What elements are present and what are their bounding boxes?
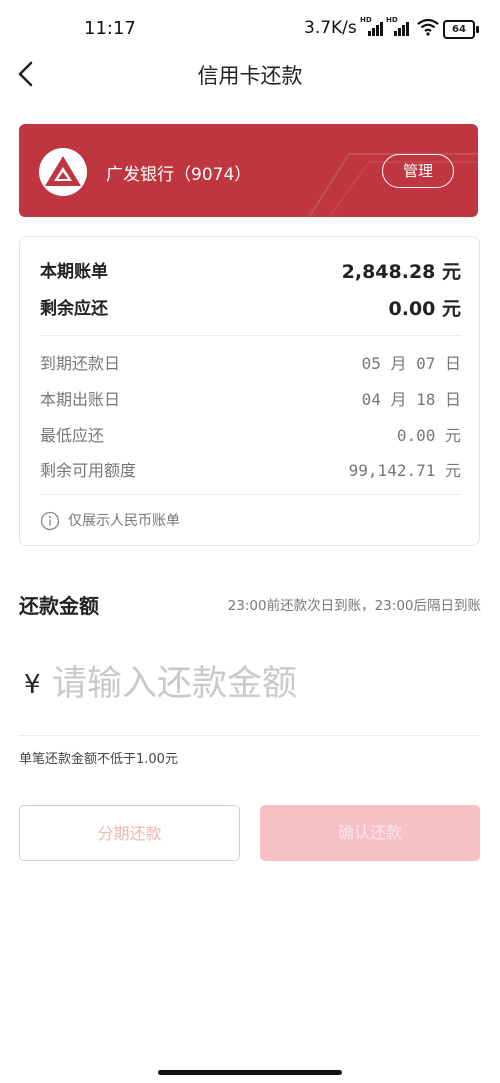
divider bbox=[40, 335, 461, 336]
arrival-time-hint: 23:00前还款次日到账，23:00后隔日到账 bbox=[227, 598, 481, 614]
manage-button[interactable]: 管理 bbox=[382, 154, 454, 188]
hd-label: HD bbox=[360, 16, 372, 24]
hd-label-2: HD bbox=[386, 16, 398, 24]
signal-icon: HD bbox=[360, 16, 383, 36]
signal-icon-2: HD bbox=[386, 16, 409, 36]
nav-bar: 信用卡还款 bbox=[0, 52, 500, 96]
due-date-value: 05 月 07 日 bbox=[361, 354, 461, 373]
remaining-label: 剩余应还 bbox=[40, 299, 108, 319]
min-payment-label: 最低应还 bbox=[40, 426, 105, 445]
installment-button[interactable]: 分期还款 bbox=[19, 805, 240, 861]
currency-symbol: ¥ bbox=[24, 670, 41, 700]
divider bbox=[40, 494, 461, 495]
home-indicator[interactable] bbox=[158, 1070, 342, 1075]
bank-name: 广发银行（9074） bbox=[106, 165, 252, 185]
wifi-icon bbox=[417, 18, 439, 36]
min-payment-value: 0.00 元 bbox=[396, 426, 461, 445]
network-speed: 3.7K/s bbox=[304, 18, 357, 38]
current-bill-label: 本期账单 bbox=[40, 262, 108, 282]
note-text: 仅展示人民币账单 bbox=[68, 513, 180, 529]
page-title: 信用卡还款 bbox=[197, 64, 303, 88]
repayment-amount-input[interactable] bbox=[52, 656, 472, 712]
due-date-label: 到期还款日 bbox=[40, 354, 121, 373]
divider bbox=[19, 735, 480, 736]
remaining-value: 0.00 元 bbox=[388, 298, 462, 320]
bank-logo-icon bbox=[39, 148, 87, 196]
bill-summary-card: 本期账单 2,848.28 元 剩余应还 0.00 元 到期还款日 05 月 0… bbox=[19, 236, 480, 546]
current-bill-value: 2,848.28 元 bbox=[341, 261, 461, 283]
rmb-only-note: 仅展示人民币账单 bbox=[40, 510, 180, 531]
repayment-amount-title: 还款金额 bbox=[19, 594, 99, 618]
min-amount-note: 单笔还款金额不低于1.00元 bbox=[19, 752, 178, 767]
bank-card[interactable]: 广发银行（9074） 管理 bbox=[19, 124, 478, 217]
confirm-repayment-button[interactable]: 确认还款 bbox=[260, 805, 480, 861]
available-credit-label: 剩余可用额度 bbox=[40, 461, 137, 480]
statement-date-label: 本期出账日 bbox=[40, 390, 121, 409]
available-credit-value: 99,142.71 元 bbox=[348, 461, 461, 480]
status-time: 11:17 bbox=[84, 18, 136, 39]
info-icon bbox=[40, 511, 60, 531]
statement-date-value: 04 月 18 日 bbox=[361, 390, 461, 409]
battery-icon: 64 bbox=[443, 20, 479, 39]
status-bar: 11:17 3.7K/s HD HD 64 bbox=[0, 0, 500, 56]
